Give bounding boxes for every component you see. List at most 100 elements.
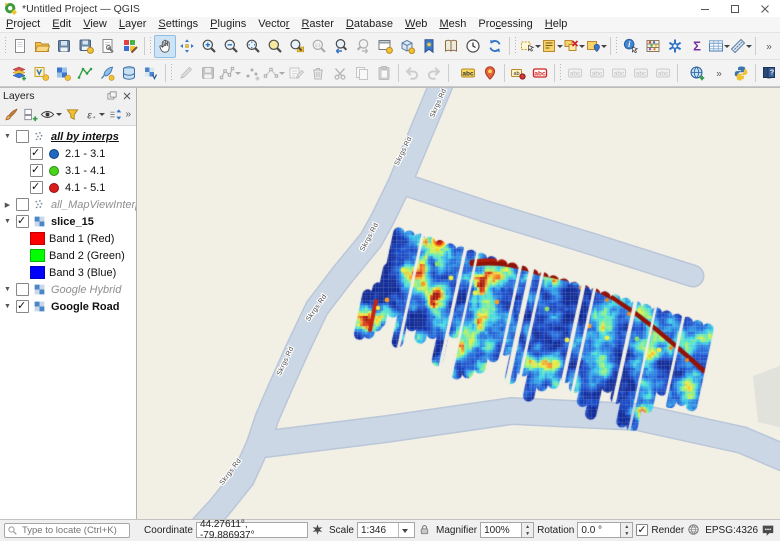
zoom-full-button[interactable] [242, 35, 264, 58]
layer-tree-item[interactable]: 3.1 - 4.1 [0, 162, 136, 179]
filter-legend-button[interactable] [64, 105, 82, 124]
messages-icon[interactable] [761, 523, 776, 538]
vertex-tool-button[interactable] [263, 62, 285, 85]
zoom-native-button[interactable]: 1:1 [308, 35, 330, 58]
coordinate-box[interactable]: 44.27611°, -79.886937° [196, 522, 308, 538]
move-label-button[interactable]: abc [630, 62, 652, 85]
zoom-in-button[interactable] [198, 35, 220, 58]
layer-tree-item[interactable]: ▼slice_15 [0, 213, 136, 230]
menu-processing[interactable]: Processing [472, 17, 538, 32]
save-project-button[interactable] [53, 35, 75, 58]
layer-checkbox[interactable] [16, 283, 29, 296]
select-by-location-dropdown[interactable] [601, 38, 607, 54]
identify-features-button[interactable]: i [620, 35, 642, 58]
layer-tree-item[interactable]: Band 2 (Green) [0, 247, 136, 264]
statistics-summary-button[interactable]: Σ [686, 35, 708, 58]
menu-edit[interactable]: Edit [46, 17, 77, 32]
rotate-label-button[interactable]: abc [652, 62, 674, 85]
redo-button[interactable] [423, 62, 445, 85]
open-project-button[interactable] [31, 35, 53, 58]
extents-toggle-icon[interactable] [311, 523, 326, 538]
menu-web[interactable]: Web [399, 17, 433, 32]
menu-plugins[interactable]: Plugins [204, 17, 252, 32]
magnifier-spinbox[interactable]: 100% ▲▼ [480, 522, 534, 538]
zoom-out-button[interactable] [220, 35, 242, 58]
crs-globe-icon[interactable] [687, 523, 702, 538]
undo-button[interactable] [401, 62, 423, 85]
digitize-with-segment-dropdown[interactable] [235, 65, 241, 81]
maximize-button[interactable] [720, 0, 750, 17]
toggle-editing-button[interactable] [175, 62, 197, 85]
minimize-button[interactable] [690, 0, 720, 17]
processing-toolbox-button[interactable] [664, 35, 686, 58]
pin-labels-button[interactable]: ab [507, 62, 529, 85]
toolbar1-overflow-button[interactable]: » [758, 35, 780, 58]
filter-by-expression-dropdown[interactable] [98, 107, 106, 123]
add-group-button[interactable] [21, 105, 39, 124]
layer-tree-item[interactable]: ▼Google Hybrid [0, 281, 136, 298]
scale-combo[interactable]: 1:346 [357, 522, 415, 538]
layer-checkbox[interactable] [30, 181, 43, 194]
show-hide-labels-button[interactable]: abc [608, 62, 630, 85]
layer-tree-item[interactable]: ▼all by interps [0, 128, 136, 145]
menu-project[interactable]: Project [0, 17, 46, 32]
layer-diagram-button[interactable] [479, 62, 501, 85]
expander-icon[interactable]: ▼ [3, 303, 12, 310]
save-project-as-button[interactable] [75, 35, 97, 58]
layer-tree-item[interactable]: 4.1 - 5.1 [0, 179, 136, 196]
manage-map-themes-button[interactable] [40, 105, 63, 124]
add-point-feature-button[interactable] [241, 62, 263, 85]
layer-tree-item[interactable]: 2.1 - 3.1 [0, 145, 136, 162]
pan-map-button[interactable] [154, 35, 176, 58]
zoom-next-button[interactable] [352, 35, 374, 58]
menu-help[interactable]: Help [539, 17, 574, 32]
magnifier-spin-arrows[interactable]: ▲▼ [522, 522, 534, 538]
add-raster-layer-button[interactable] [52, 62, 74, 85]
select-by-location-button[interactable] [585, 35, 607, 58]
panel-toolbar-overflow[interactable]: » [125, 109, 134, 120]
python-console-button[interactable] [730, 62, 752, 85]
zoom-to-selection-button[interactable] [264, 35, 286, 58]
highlight-pinned-labels-button[interactable]: abc [564, 62, 586, 85]
toolbar-handle[interactable] [5, 37, 6, 55]
refresh-button[interactable] [484, 35, 506, 58]
measure-line-button[interactable] [730, 35, 752, 58]
select-by-value-button[interactable] [541, 35, 563, 58]
open-attribute-table-button[interactable] [708, 35, 730, 58]
close-panel-button[interactable] [121, 90, 133, 102]
menu-mesh[interactable]: Mesh [433, 17, 472, 32]
temporal-controller-button[interactable] [462, 35, 484, 58]
pan-to-selection-button[interactable] [176, 35, 198, 58]
rotation-spin-arrows[interactable]: ▲▼ [621, 522, 633, 538]
expander-icon[interactable]: ▼ [3, 218, 12, 225]
map-canvas[interactable]: Skrgs RdSkrgs RdSkrgs RdSkrgs RdSkrgs Rd… [137, 88, 780, 519]
menu-view[interactable]: View [77, 17, 113, 32]
new-map-view-button[interactable] [374, 35, 396, 58]
close-button[interactable] [750, 0, 780, 17]
filter-by-expression-button[interactable]: ε [83, 105, 106, 124]
show-unplaced-labels-button[interactable]: abc [529, 62, 551, 85]
add-postgis-layer-button[interactable] [118, 62, 140, 85]
toolbar-handle[interactable] [616, 37, 617, 55]
open-layer-styling-button[interactable] [2, 105, 20, 124]
run-feature-action-button[interactable] [642, 35, 664, 58]
modify-attributes-button[interactable] [285, 62, 307, 85]
save-layer-edits-button[interactable] [197, 62, 219, 85]
layer-checkbox[interactable] [30, 164, 43, 177]
select-features-button[interactable] [519, 35, 541, 58]
menu-settings[interactable]: Settings [152, 17, 204, 32]
paste-features-button[interactable] [373, 62, 395, 85]
style-manager-button[interactable] [119, 35, 141, 58]
layer-checkbox[interactable] [30, 147, 43, 160]
show-bookmarks-button[interactable] [440, 35, 462, 58]
menu-layer[interactable]: Layer [113, 17, 153, 32]
rotation-spinbox[interactable]: 0.0 ° ▲▼ [577, 522, 633, 538]
expander-icon[interactable]: ▼ [3, 133, 12, 140]
float-panel-button[interactable] [106, 90, 118, 102]
layer-tree-item[interactable]: ▼Google Road [0, 298, 136, 315]
layer-checkbox[interactable] [16, 198, 29, 211]
layer-labeling-button[interactable]: abc [457, 62, 479, 85]
add-delimited-text-layer-button[interactable] [96, 62, 118, 85]
delete-selected-button[interactable] [307, 62, 329, 85]
expander-icon[interactable]: ▼ [3, 286, 12, 293]
